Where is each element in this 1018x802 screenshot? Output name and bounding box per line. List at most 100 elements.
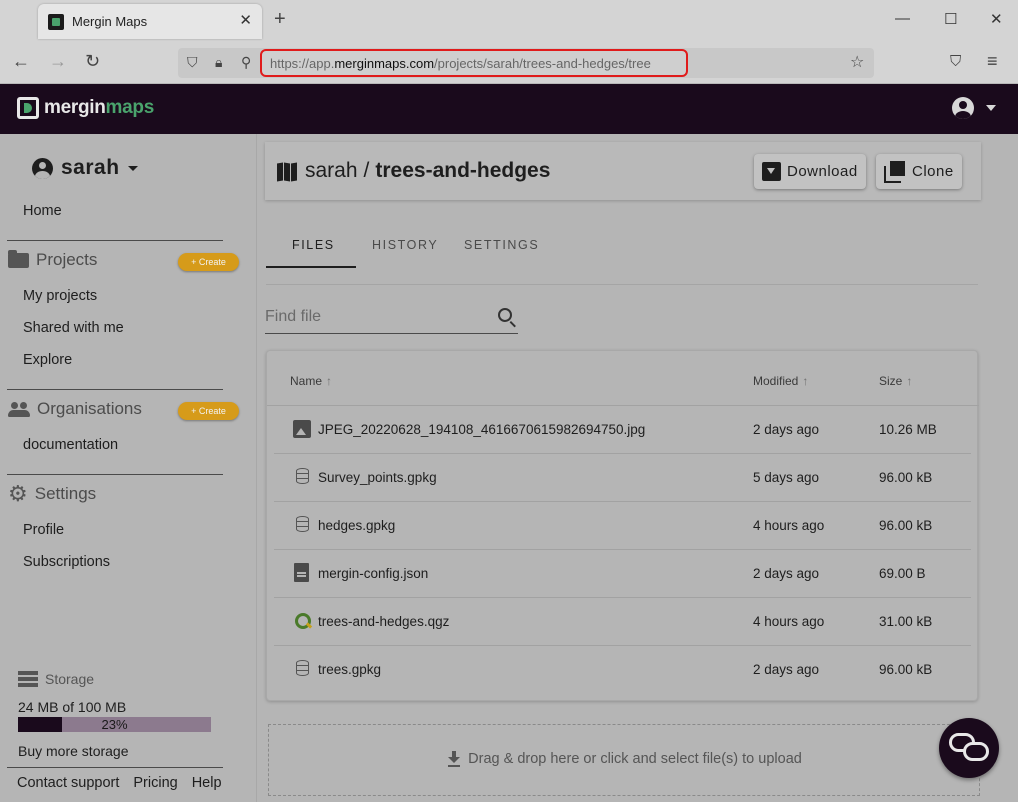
support-chat-button[interactable] (939, 718, 999, 778)
table-row[interactable]: hedges.gpkg 4 hours ago 96.00 kB (274, 502, 971, 550)
sidebar-user-selector[interactable]: sarah (32, 156, 138, 180)
column-header-modified[interactable]: Modified ↑ (753, 374, 808, 388)
tab-history[interactable]: HISTORY (372, 238, 438, 252)
storage-used-text: 24 MB of 100 MB (18, 699, 127, 715)
divider (7, 389, 223, 390)
project-header: sarah / trees-and-hedges Download Clone (265, 142, 981, 200)
database-icon (296, 660, 309, 676)
search-icon[interactable] (498, 308, 512, 322)
sidebar-item-shared-with-me[interactable]: Shared with me (23, 320, 124, 336)
create-organisation-button[interactable]: + Create (178, 402, 239, 420)
column-header-size[interactable]: Size ↑ (879, 374, 912, 388)
sidebar-item-my-projects[interactable]: My projects (23, 288, 97, 304)
file-modified: 4 hours ago (753, 614, 825, 629)
clone-button[interactable]: Clone (876, 154, 962, 189)
shield-icon[interactable]: ⛉ (187, 54, 198, 71)
url-text[interactable]: https://app.merginmaps.com/projects/sara… (270, 56, 651, 71)
file-size: 96.00 kB (879, 518, 933, 533)
pocket-icon[interactable]: ⛉ (950, 53, 961, 70)
file-size: 96.00 kB (879, 470, 933, 485)
people-icon (8, 401, 30, 417)
database-icon (296, 468, 309, 484)
storage-percent: 23% (101, 717, 128, 732)
sidebar-item-profile[interactable]: Profile (23, 522, 64, 538)
gear-icon: ⚙ (8, 481, 28, 506)
file-table: Name ↑ Modified ↑ Size ↑ JPEG_20220628_1941… (266, 350, 979, 701)
sidebar-item-documentation[interactable]: documentation (23, 437, 118, 453)
account-circle-icon (32, 157, 53, 179)
upload-label: Drag & drop here or click and select fil… (269, 751, 981, 767)
sidebar-section-organisations: Organisations (8, 399, 142, 419)
account-circle-icon (952, 97, 974, 119)
browser-tab[interactable]: Mergin Maps ✕ (38, 4, 262, 39)
pricing-link[interactable]: Pricing (133, 775, 177, 791)
divider (7, 767, 223, 768)
new-tab-icon[interactable]: + (274, 8, 286, 31)
storage-title: Storage (18, 671, 94, 687)
table-row[interactable]: trees.gpkg 2 days ago 96.00 kB (274, 646, 971, 694)
back-arrow-icon[interactable]: ← (12, 51, 30, 72)
file-modified: 2 days ago (753, 662, 820, 677)
sidebar-item-explore[interactable]: Explore (23, 352, 72, 368)
sidebar-footer: Contact support Pricing Help (17, 775, 222, 791)
table-row[interactable]: trees-and-hedges.qgz 4 hours ago 31.00 k… (274, 598, 971, 646)
database-icon (296, 516, 309, 532)
create-project-button[interactable]: + Create (178, 253, 239, 271)
divider (7, 474, 223, 475)
download-arrow-icon (448, 751, 461, 767)
file-name[interactable]: mergin-config.json (318, 566, 428, 581)
find-file-input[interactable] (265, 306, 485, 328)
user-menu[interactable] (952, 97, 996, 119)
file-size: 10.26 MB (879, 422, 937, 437)
file-modified: 2 days ago (753, 422, 820, 437)
file-size: 31.00 kB (879, 614, 933, 629)
url-highlight-box: https://app.merginmaps.com/projects/sara… (260, 49, 688, 77)
address-bar[interactable]: ⛉ 🔒︎ ⚲ https://app.merginmaps.com/projec… (178, 48, 874, 78)
table-row[interactable]: mergin-config.json 2 days ago 69.00 B (274, 550, 971, 598)
tab-settings[interactable]: SETTINGS (464, 238, 539, 252)
qgis-icon (295, 613, 311, 629)
clone-icon (884, 160, 906, 183)
tab-close-icon[interactable]: ✕ (239, 11, 252, 29)
caret-down-icon (127, 165, 138, 171)
main-content: sarah / trees-and-hedges Download Clone FI… (258, 134, 1018, 802)
bookmark-star-icon[interactable]: ☆ (850, 52, 864, 72)
permissions-icon[interactable]: ⚲ (241, 54, 251, 71)
active-tab-indicator (266, 266, 356, 268)
sort-arrow-up-icon: ↑ (906, 374, 913, 388)
table-row[interactable]: JPEG_20220628_194108_4616670615982694750… (274, 406, 971, 454)
tab-files[interactable]: FILES (292, 238, 335, 252)
mergin-logo-icon[interactable] (17, 97, 39, 119)
maximize-icon[interactable]: ☐ (944, 10, 957, 28)
column-header-name[interactable]: Name ↑ (290, 374, 332, 388)
sort-arrow-up-icon: ↑ (326, 374, 333, 388)
app-header: merginmaps (0, 84, 1018, 134)
help-link[interactable]: Help (192, 775, 222, 791)
window-close-icon[interactable]: ✕ (990, 10, 1003, 28)
file-name[interactable]: Survey_points.gpkg (318, 470, 437, 485)
file-name[interactable]: trees.gpkg (318, 662, 381, 677)
table-row[interactable]: Survey_points.gpkg 5 days ago 96.00 kB (274, 454, 971, 502)
forward-arrow-icon[interactable]: → (49, 51, 67, 72)
project-owner-link[interactable]: sarah (305, 159, 358, 182)
sidebar-item-home[interactable]: Home (23, 203, 62, 219)
sidebar: sarah Home Projects + Create My projects… (0, 134, 257, 802)
map-icon (277, 162, 297, 182)
project-name: trees-and-hedges (375, 159, 551, 182)
mergin-favicon-icon (48, 14, 64, 30)
file-modified: 5 days ago (753, 470, 820, 485)
logo-text[interactable]: merginmaps (44, 97, 154, 119)
sidebar-item-subscriptions[interactable]: Subscriptions (23, 554, 110, 570)
file-name[interactable]: trees-and-hedges.qgz (318, 614, 449, 629)
buy-more-storage-link[interactable]: Buy more storage (18, 743, 129, 759)
caret-down-icon (986, 105, 996, 111)
download-button[interactable]: Download (754, 154, 866, 189)
menu-icon[interactable]: ≡ (987, 51, 998, 72)
upload-dropzone[interactable]: Drag & drop here or click and select fil… (268, 724, 980, 796)
lock-icon[interactable]: 🔒︎ (215, 54, 222, 71)
minimize-icon[interactable]: — (895, 10, 910, 27)
file-name[interactable]: hedges.gpkg (318, 518, 395, 533)
contact-support-link[interactable]: Contact support (17, 775, 119, 791)
reload-icon[interactable]: ↻ (85, 51, 100, 72)
file-name[interactable]: JPEG_20220628_194108_4616670615982694750… (318, 422, 645, 437)
